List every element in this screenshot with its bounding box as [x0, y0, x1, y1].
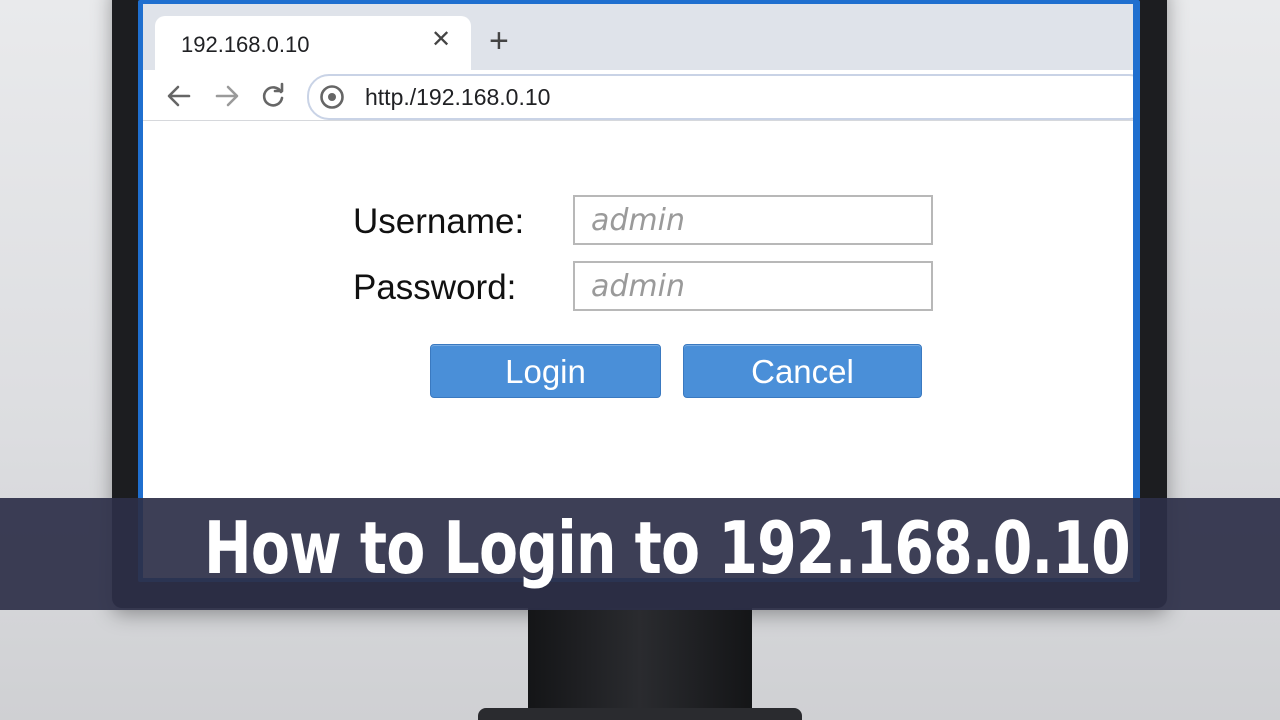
browser-window: 192.168.0.10 ✕ + http./192.168.0.10 User…: [143, 4, 1133, 578]
tab-strip: 192.168.0.10 ✕ +: [143, 4, 1133, 72]
url-text: http./192.168.0.10: [365, 84, 551, 110]
browser-toolbar: http./192.168.0.10: [143, 70, 1133, 121]
cancel-button[interactable]: Cancel: [683, 344, 922, 398]
reload-icon[interactable]: [259, 82, 287, 110]
plus-icon[interactable]: +: [489, 24, 509, 58]
monitor-stand-base: [478, 708, 802, 720]
address-bar[interactable]: http./192.168.0.10: [307, 74, 1133, 120]
tab-title: 192.168.0.10: [181, 32, 310, 57]
arrow-left-icon[interactable]: [165, 82, 193, 110]
browser-tab[interactable]: 192.168.0.10 ✕: [155, 16, 471, 72]
monitor-stand: [528, 608, 752, 712]
login-button[interactable]: Login: [430, 344, 661, 398]
title-banner: How to Login to 192.168.0.10: [0, 498, 1280, 610]
close-icon[interactable]: ✕: [431, 28, 451, 52]
username-label: Username:: [353, 202, 525, 241]
password-input[interactable]: [573, 261, 933, 311]
banner-title: How to Login to 192.168.0.10: [204, 506, 1131, 590]
username-input[interactable]: [573, 195, 933, 245]
password-label: Password:: [353, 268, 517, 307]
site-info-icon[interactable]: [319, 84, 345, 110]
arrow-right-icon[interactable]: [213, 82, 241, 110]
